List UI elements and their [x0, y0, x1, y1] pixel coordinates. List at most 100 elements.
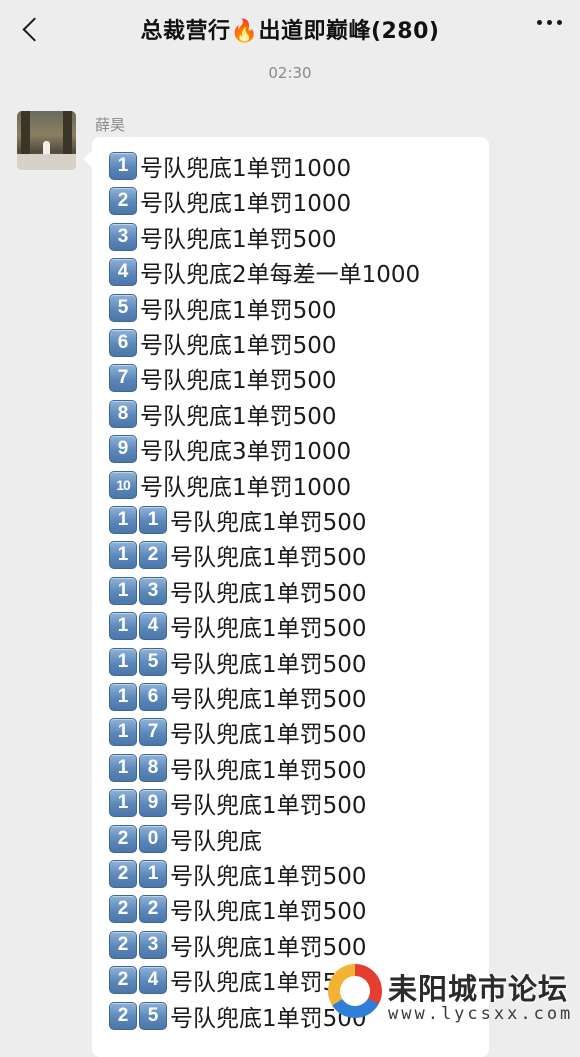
number-keycap-group: 3 [109, 222, 137, 251]
sender-name: 薛昊 [95, 116, 126, 134]
number-keycap-group: 16 [109, 683, 167, 711]
number-keycap-group: 2 [109, 187, 137, 216]
watermark-name: 耒阳城市论坛 [388, 972, 569, 1006]
back-chevron-icon[interactable] [14, 12, 46, 46]
keycap-digit-icon: 2 [139, 895, 167, 924]
site-watermark: 耒阳城市论坛 www.lycsxx.com [318, 962, 580, 1032]
line-text: 号队兜底1单罚500 [170, 934, 367, 961]
keycap-digit-icon: 2 [109, 966, 137, 995]
line-text: 号队兜底1单罚500 [170, 580, 367, 607]
line-text: 号队兜底1单罚1000 [140, 474, 352, 501]
keycap-digit-icon: 1 [109, 506, 137, 534]
chat-title-prefix: 总裁营行 [140, 19, 231, 44]
line-text: 号队兜底1单罚500 [170, 864, 367, 890]
keycap-digit-icon: 1 [109, 647, 137, 676]
keycap-digit-icon: 7 [109, 364, 137, 393]
keycap-digit-icon: 4 [139, 966, 167, 995]
keycap-digit-icon: 4 [109, 258, 137, 287]
line-text: 号队兜底1单罚1000 [140, 156, 352, 182]
message-line: 1 7 号队兜底1单罚500 [109, 716, 367, 748]
line-text: 号队兜底1单罚500 [170, 545, 367, 572]
keycap-digit-icon: 1 [109, 576, 137, 605]
message-line: 2 1 号队兜底1单罚500 [109, 858, 367, 890]
fire-icon: 🔥 [230, 19, 259, 44]
message-line: 7 号队兜底1单罚500 [109, 362, 337, 394]
keycap-digit-icon: 2 [139, 541, 167, 570]
keycap-digit-icon: 1 [139, 506, 167, 534]
keycap-digit-icon: 3 [139, 576, 167, 605]
message-line: 2 2 号队兜底1单罚500 [109, 893, 367, 925]
number-keycap-group: 8 [109, 399, 137, 428]
line-text: 号队兜底1单罚1000 [140, 191, 352, 218]
number-keycap-group: 14 [109, 612, 167, 641]
number-keycap-group: 1 [109, 152, 137, 180]
message-line: 1 1 号队兜底1单罚500 [109, 504, 367, 536]
watermark-url: www.lycsxx.com [388, 1004, 574, 1024]
watermark-logo-icon [328, 964, 382, 1018]
keycap-digit-icon: 1 [109, 789, 137, 818]
number-keycap-group: 6 [109, 329, 137, 357]
number-keycap-group: 9 [109, 435, 137, 464]
message-line: 5 号队兜底1单罚500 [109, 292, 337, 324]
line-text: 号队兜底1单罚500 [170, 687, 367, 713]
number-keycap-group: 15 [109, 647, 167, 676]
keycap-digit-icon: 2 [109, 824, 137, 853]
keycap-digit-icon: 6 [139, 683, 167, 711]
line-text: 号队兜底1单罚500 [170, 616, 367, 643]
line-text: 号队兜底1单罚500 [140, 333, 337, 359]
keycap-digit-icon: 1 [109, 152, 137, 180]
number-keycap-group: 12 [109, 541, 167, 570]
chat-title-suffix: 出道即巅峰(280) [258, 19, 440, 44]
keycap-digit-icon: 10 [109, 470, 137, 499]
number-keycap-group: 21 [109, 860, 167, 888]
message-line: 1 2 号队兜底1单罚500 [109, 539, 367, 571]
message-line: 1 4 号队兜底1单罚500 [109, 610, 367, 642]
line-text: 号队兜底1单罚500 [170, 757, 367, 784]
message-line: 1 9 号队兜底1单罚500 [109, 787, 367, 819]
keycap-digit-icon: 9 [139, 789, 167, 818]
keycap-digit-icon: 8 [139, 753, 167, 782]
line-text: 号队兜底 [170, 828, 262, 855]
number-keycap-group: 10 [109, 470, 137, 499]
more-options-icon[interactable] [537, 20, 562, 25]
message-line: 10 号队兜底1单罚1000 [109, 469, 351, 501]
message-line: 1 号队兜底1单罚1000 [109, 150, 351, 182]
keycap-digit-icon: 1 [139, 860, 167, 888]
chat-title: 总裁营行🔥出道即巅峰(280) [141, 13, 440, 45]
keycap-digit-icon: 2 [109, 895, 137, 924]
keycap-digit-icon: 5 [109, 293, 137, 322]
number-keycap-group: 4 [109, 258, 137, 287]
number-keycap-group: 13 [109, 576, 167, 605]
number-keycap-group: 19 [109, 789, 167, 818]
keycap-digit-icon: 1 [109, 718, 137, 747]
keycap-digit-icon: 3 [109, 222, 137, 251]
keycap-digit-icon: 6 [109, 329, 137, 357]
keycap-digit-icon: 1 [109, 753, 137, 782]
keycap-digit-icon: 0 [139, 824, 167, 853]
message-bubble[interactable]: 1 号队兜底1单罚1000 2 号队兜底1单罚1000 3 号队兜底1单罚500 4 号队兜底… [92, 137, 489, 1057]
keycap-digit-icon: 1 [109, 683, 137, 711]
number-keycap-group: 5 [109, 293, 137, 322]
keycap-digit-icon: 5 [139, 1001, 167, 1030]
keycap-digit-icon: 4 [139, 612, 167, 641]
number-keycap-group: 17 [109, 718, 167, 747]
message-line: 1 3 号队兜底1单罚500 [109, 575, 367, 607]
sender-avatar[interactable] [17, 111, 76, 170]
message-line: 8 号队兜底1单罚500 [109, 398, 337, 430]
line-text: 号队兜底1单罚500 [170, 651, 367, 678]
number-keycap-group: 22 [109, 895, 167, 924]
keycap-digit-icon: 7 [139, 718, 167, 747]
line-text: 号队兜底1单罚500 [170, 510, 367, 536]
message-line: 9 号队兜底3单罚1000 [109, 433, 351, 465]
keycap-digit-icon: 1 [109, 541, 137, 570]
message-line: 2 0 号队兜底 [109, 823, 262, 855]
line-text: 号队兜底1单罚500 [140, 297, 337, 324]
keycap-digit-icon: 2 [109, 860, 137, 888]
message-line: 1 8 号队兜底1单罚500 [109, 752, 367, 784]
line-text: 号队兜底1单罚500 [170, 899, 367, 926]
number-keycap-group: 20 [109, 824, 167, 853]
keycap-digit-icon: 5 [139, 647, 167, 676]
number-keycap-group: 25 [109, 1001, 167, 1030]
timestamp: 02:30 [268, 64, 312, 82]
line-text: 号队兜底1单罚500 [140, 403, 337, 430]
